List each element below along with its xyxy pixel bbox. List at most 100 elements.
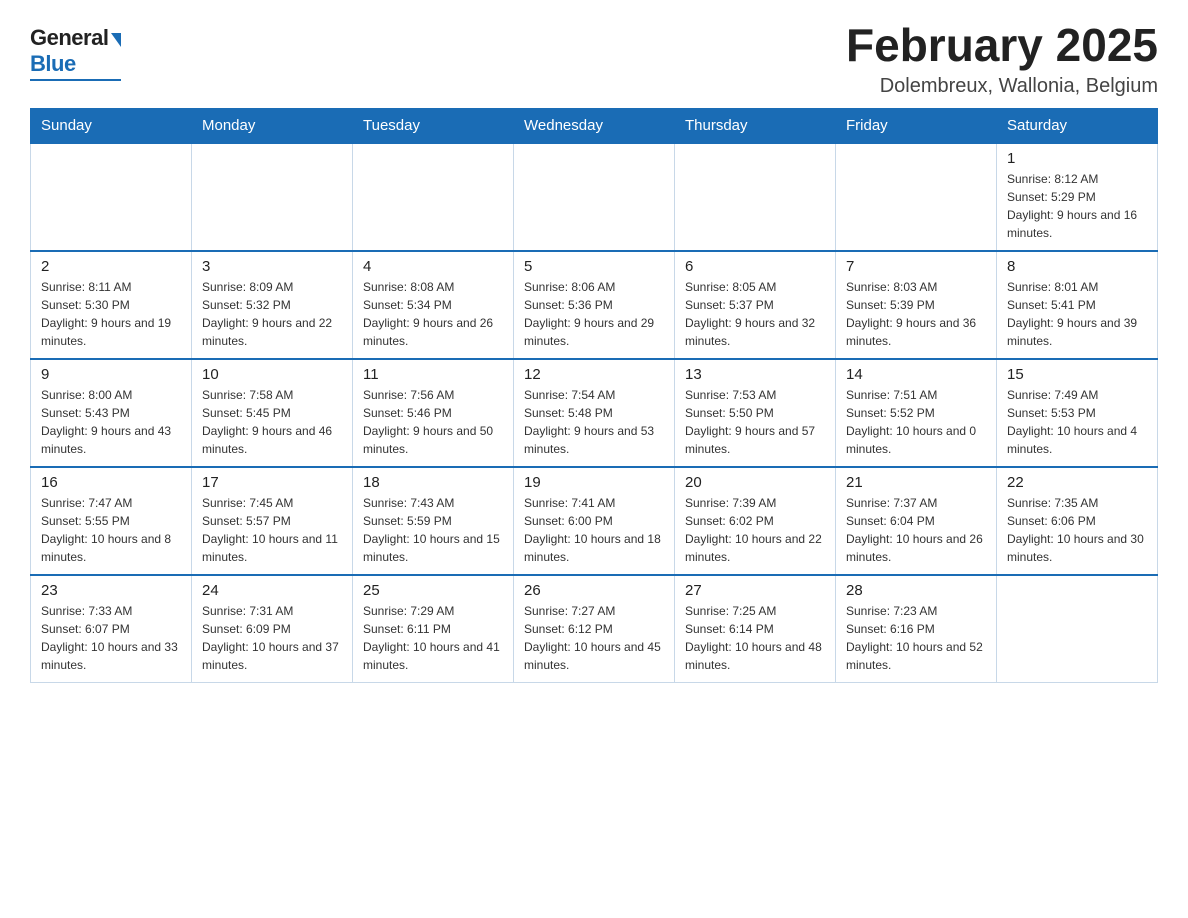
calendar-day-cell <box>675 143 836 251</box>
calendar-day-cell: 26 Sunrise: 7:27 AMSunset: 6:12 PMDayligh… <box>514 575 675 683</box>
day-number: 22 <box>1007 474 1147 491</box>
day-info: Sunrise: 7:27 AMSunset: 6:12 PMDaylight:… <box>524 602 664 674</box>
calendar-day-header: Friday <box>836 108 997 143</box>
day-number: 8 <box>1007 258 1147 275</box>
calendar-day-cell: 23 Sunrise: 7:33 AMSunset: 6:07 PMDayligh… <box>31 575 192 683</box>
calendar-day-cell <box>836 143 997 251</box>
day-info: Sunrise: 7:49 AMSunset: 5:53 PMDaylight:… <box>1007 386 1147 458</box>
calendar-day-header: Saturday <box>997 108 1158 143</box>
calendar-week-row: 1 Sunrise: 8:12 AMSunset: 5:29 PMDaylight… <box>31 143 1158 251</box>
calendar-day-cell: 3 Sunrise: 8:09 AMSunset: 5:32 PMDaylight… <box>192 251 353 359</box>
calendar-day-cell: 24 Sunrise: 7:31 AMSunset: 6:09 PMDayligh… <box>192 575 353 683</box>
calendar-day-cell: 19 Sunrise: 7:41 AMSunset: 6:00 PMDayligh… <box>514 467 675 575</box>
day-number: 21 <box>846 474 986 491</box>
day-info: Sunrise: 7:47 AMSunset: 5:55 PMDaylight:… <box>41 494 181 566</box>
logo-blue-text: Blue <box>30 51 76 77</box>
day-info: Sunrise: 7:53 AMSunset: 5:50 PMDaylight:… <box>685 386 825 458</box>
calendar-day-cell: 25 Sunrise: 7:29 AMSunset: 6:11 PMDayligh… <box>353 575 514 683</box>
day-number: 12 <box>524 366 664 383</box>
logo: General Blue <box>30 20 121 81</box>
day-info: Sunrise: 8:08 AMSunset: 5:34 PMDaylight:… <box>363 278 503 350</box>
day-number: 23 <box>41 582 181 599</box>
calendar-week-row: 9 Sunrise: 8:00 AMSunset: 5:43 PMDaylight… <box>31 359 1158 467</box>
calendar-day-cell: 16Sunrise: 7:47 AMSunset: 5:55 PMDayligh… <box>31 467 192 575</box>
day-number: 19 <box>524 474 664 491</box>
day-number: 6 <box>685 258 825 275</box>
calendar-day-cell: 12Sunrise: 7:54 AMSunset: 5:48 PMDayligh… <box>514 359 675 467</box>
day-number: 5 <box>524 258 664 275</box>
calendar-day-header: Monday <box>192 108 353 143</box>
calendar-day-cell <box>353 143 514 251</box>
calendar-day-cell: 14 Sunrise: 7:51 AMSunset: 5:52 PMDayligh… <box>836 359 997 467</box>
calendar-day-cell <box>514 143 675 251</box>
day-info: Sunrise: 7:25 AMSunset: 6:14 PMDaylight:… <box>685 602 825 674</box>
calendar-day-header: Wednesday <box>514 108 675 143</box>
day-number: 18 <box>363 474 503 491</box>
day-info: Sunrise: 8:05 AMSunset: 5:37 PMDaylight:… <box>685 278 825 350</box>
calendar-day-cell: 15Sunrise: 7:49 AMSunset: 5:53 PMDayligh… <box>997 359 1158 467</box>
day-number: 25 <box>363 582 503 599</box>
calendar-day-cell: 8Sunrise: 8:01 AMSunset: 5:41 PMDaylight… <box>997 251 1158 359</box>
day-info: Sunrise: 7:51 AMSunset: 5:52 PMDaylight:… <box>846 386 986 458</box>
calendar-day-cell: 18 Sunrise: 7:43 AMSunset: 5:59 PMDayligh… <box>353 467 514 575</box>
calendar-table: SundayMondayTuesdayWednesdayThursdayFrid… <box>30 108 1158 683</box>
day-number: 14 <box>846 366 986 383</box>
calendar-location: Dolembreux, Wallonia, Belgium <box>846 75 1158 98</box>
day-info: Sunrise: 7:37 AMSunset: 6:04 PMDaylight:… <box>846 494 986 566</box>
day-info: Sunrise: 8:09 AMSunset: 5:32 PMDaylight:… <box>202 278 342 350</box>
day-info: Sunrise: 8:12 AMSunset: 5:29 PMDaylight:… <box>1007 170 1147 242</box>
calendar-title: February 2025 <box>846 20 1158 71</box>
day-number: 3 <box>202 258 342 275</box>
day-number: 2 <box>41 258 181 275</box>
calendar-day-header: Tuesday <box>353 108 514 143</box>
day-info: Sunrise: 7:33 AMSunset: 6:07 PMDaylight:… <box>41 602 181 674</box>
calendar-day-cell: 2 Sunrise: 8:11 AMSunset: 5:30 PMDaylight… <box>31 251 192 359</box>
day-number: 26 <box>524 582 664 599</box>
day-info: Sunrise: 7:29 AMSunset: 6:11 PMDaylight:… <box>363 602 503 674</box>
calendar-day-cell: 10 Sunrise: 7:58 AMSunset: 5:45 PMDayligh… <box>192 359 353 467</box>
day-info: Sunrise: 7:23 AMSunset: 6:16 PMDaylight:… <box>846 602 986 674</box>
calendar-day-cell: 22Sunrise: 7:35 AMSunset: 6:06 PMDayligh… <box>997 467 1158 575</box>
logo-arrow-icon <box>111 33 121 47</box>
day-number: 24 <box>202 582 342 599</box>
day-number: 28 <box>846 582 986 599</box>
calendar-day-cell: 5 Sunrise: 8:06 AMSunset: 5:36 PMDaylight… <box>514 251 675 359</box>
day-info: Sunrise: 7:31 AMSunset: 6:09 PMDaylight:… <box>202 602 342 674</box>
day-number: 27 <box>685 582 825 599</box>
calendar-day-cell <box>997 575 1158 683</box>
calendar-week-row: 16Sunrise: 7:47 AMSunset: 5:55 PMDayligh… <box>31 467 1158 575</box>
day-number: 20 <box>685 474 825 491</box>
calendar-day-header: Thursday <box>675 108 836 143</box>
title-block: February 2025 Dolembreux, Wallonia, Belg… <box>846 20 1158 98</box>
calendar-day-header: Sunday <box>31 108 192 143</box>
calendar-header-row: SundayMondayTuesdayWednesdayThursdayFrid… <box>31 108 1158 143</box>
logo-underline <box>30 79 121 81</box>
day-number: 13 <box>685 366 825 383</box>
day-info: Sunrise: 8:11 AMSunset: 5:30 PMDaylight:… <box>41 278 181 350</box>
logo-general-text: General <box>30 25 108 51</box>
calendar-day-cell: 27 Sunrise: 7:25 AMSunset: 6:14 PMDayligh… <box>675 575 836 683</box>
calendar-day-cell: 21 Sunrise: 7:37 AMSunset: 6:04 PMDayligh… <box>836 467 997 575</box>
calendar-day-cell: 17Sunrise: 7:45 AMSunset: 5:57 PMDayligh… <box>192 467 353 575</box>
calendar-day-cell: 28 Sunrise: 7:23 AMSunset: 6:16 PMDayligh… <box>836 575 997 683</box>
day-info: Sunrise: 8:06 AMSunset: 5:36 PMDaylight:… <box>524 278 664 350</box>
calendar-day-cell: 1 Sunrise: 8:12 AMSunset: 5:29 PMDaylight… <box>997 143 1158 251</box>
day-info: Sunrise: 7:56 AMSunset: 5:46 PMDaylight:… <box>363 386 503 458</box>
day-number: 9 <box>41 366 181 383</box>
day-info: Sunrise: 7:41 AMSunset: 6:00 PMDaylight:… <box>524 494 664 566</box>
calendar-week-row: 2 Sunrise: 8:11 AMSunset: 5:30 PMDaylight… <box>31 251 1158 359</box>
day-info: Sunrise: 8:00 AMSunset: 5:43 PMDaylight:… <box>41 386 181 458</box>
day-info: Sunrise: 7:58 AMSunset: 5:45 PMDaylight:… <box>202 386 342 458</box>
calendar-day-cell: 7 Sunrise: 8:03 AMSunset: 5:39 PMDaylight… <box>836 251 997 359</box>
page-header: General Blue February 2025 Dolembreux, W… <box>30 20 1158 98</box>
day-number: 4 <box>363 258 503 275</box>
day-number: 17 <box>202 474 342 491</box>
day-info: Sunrise: 8:03 AMSunset: 5:39 PMDaylight:… <box>846 278 986 350</box>
day-number: 10 <box>202 366 342 383</box>
day-info: Sunrise: 7:43 AMSunset: 5:59 PMDaylight:… <box>363 494 503 566</box>
calendar-week-row: 23 Sunrise: 7:33 AMSunset: 6:07 PMDayligh… <box>31 575 1158 683</box>
calendar-day-cell: 13 Sunrise: 7:53 AMSunset: 5:50 PMDayligh… <box>675 359 836 467</box>
day-number: 1 <box>1007 150 1147 167</box>
day-number: 7 <box>846 258 986 275</box>
calendar-day-cell: 9 Sunrise: 8:00 AMSunset: 5:43 PMDaylight… <box>31 359 192 467</box>
